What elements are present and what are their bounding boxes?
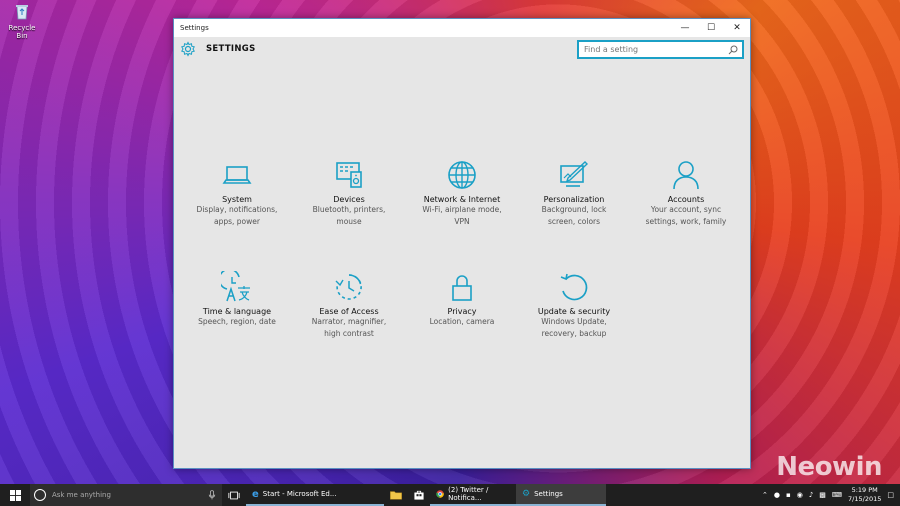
tile-desc: Display, notifications, — [196, 205, 278, 214]
notification-icon[interactable]: □ — [887, 491, 894, 499]
gear-icon: ⚙ — [522, 489, 531, 499]
store-icon — [414, 490, 424, 500]
taskbar-app-label: Start - Microsoft Ed... — [262, 490, 337, 498]
search-box[interactable] — [577, 40, 744, 59]
tile-desc: Narrator, magnifier, — [311, 317, 387, 326]
taskbar: Ask me anything e Start - Microsoft Ed..… — [0, 484, 900, 506]
cortana-search[interactable]: Ask me anything — [30, 484, 222, 506]
taskbar-app-label: (2) Twitter / Notifica... — [448, 486, 489, 502]
cortana-search-text: Ask me anything — [52, 491, 111, 499]
task-view-icon — [228, 491, 240, 499]
tile-label: Devices — [333, 195, 365, 204]
tile-desc: mouse — [336, 216, 362, 226]
tile-label: Update & security — [537, 307, 611, 316]
tile-desc: Your account, sync — [650, 205, 722, 214]
search-input[interactable] — [579, 45, 727, 54]
tile-desc: VPN — [454, 216, 470, 226]
tile-desc: recovery, backup — [541, 328, 607, 338]
people-icon[interactable]: ● — [774, 491, 780, 499]
page-title: SETTINGS — [206, 44, 256, 54]
tile-label: Personalization — [543, 195, 605, 204]
tile-label: Network & Internet — [423, 195, 501, 204]
tile-ease-access[interactable]: Ease of Access Narrator, magnifier, high… — [293, 271, 405, 339]
wifi-icon[interactable]: ◉ — [797, 491, 803, 499]
tile-system[interactable]: System Display, notifications, apps, pow… — [181, 159, 293, 227]
clock[interactable]: 5:19 PM 7/15/2015 — [848, 486, 881, 504]
taskbar-app-label: Settings — [534, 490, 563, 498]
windows-logo-icon — [9, 489, 21, 501]
close-button[interactable]: ✕ — [724, 19, 750, 37]
settings-window: Settings — ☐ ✕ SETTINGS System — [173, 18, 751, 469]
taskbar-app-settings[interactable]: ⚙ Settings — [516, 484, 606, 506]
clock-time: 5:19 PM — [851, 486, 878, 494]
time-language-icon — [221, 271, 250, 302]
settings-header: SETTINGS — [174, 37, 750, 65]
keyboard-icon[interactable]: ⌨ — [832, 491, 842, 499]
message-icon[interactable]: ▩ — [819, 491, 826, 499]
maximize-button[interactable]: ☐ — [698, 19, 724, 37]
ease-access-icon — [335, 274, 362, 300]
microphone-icon[interactable] — [208, 490, 216, 500]
volume-icon[interactable]: ♪ — [809, 491, 813, 499]
edge-icon: e — [252, 488, 259, 500]
tile-label: System — [222, 195, 252, 204]
gear-icon — [181, 41, 195, 57]
lock-icon — [452, 275, 472, 301]
tile-desc: Location, camera — [429, 317, 495, 326]
tile-desc: high contrast — [324, 328, 374, 338]
tile-network[interactable]: Network & Internet Wi-Fi, airplane mode,… — [406, 159, 518, 227]
taskbar-store[interactable] — [408, 484, 430, 506]
refresh-icon — [560, 273, 588, 301]
tile-personalization[interactable]: Personalization Background, lock screen,… — [518, 159, 630, 227]
paint-icon — [560, 161, 589, 187]
tile-desc: Wi-Fi, airplane mode, — [422, 205, 502, 214]
taskbar-app-chrome[interactable]: (2) Twitter / Notifica... — [430, 484, 516, 506]
tile-label: Accounts — [667, 195, 705, 204]
person-icon — [673, 161, 699, 190]
globe-icon — [448, 161, 476, 189]
tile-time-language[interactable]: Time & language Speech, region, date — [181, 271, 293, 329]
tile-desc: Background, lock — [541, 205, 607, 214]
window-title: Settings — [180, 24, 209, 32]
recycle-bin-label: Recycle Bin — [8, 24, 36, 40]
search-icon[interactable] — [727, 44, 739, 56]
recycle-bin[interactable]: Recycle Bin — [2, 3, 42, 40]
tile-accounts[interactable]: Accounts Your account, sync settings, wo… — [630, 159, 742, 227]
devices-icon — [336, 162, 362, 188]
start-button[interactable] — [0, 484, 30, 506]
tile-devices[interactable]: Devices Bluetooth, printers, mouse — [293, 159, 405, 227]
chevron-up-icon[interactable]: ⌃ — [762, 491, 768, 499]
recycle-bin-icon — [16, 5, 28, 20]
neowin-watermark: Neowin — [776, 452, 882, 482]
tile-desc: Windows Update, — [541, 317, 607, 326]
tile-update-security[interactable]: Update & security Windows Update, recove… — [518, 271, 630, 339]
tile-label: Privacy — [447, 307, 477, 316]
tile-privacy[interactable]: Privacy Location, camera — [406, 271, 518, 329]
chrome-icon — [436, 490, 444, 498]
window-titlebar[interactable]: Settings — ☐ ✕ — [174, 19, 750, 37]
tile-desc: settings, work, family — [645, 216, 727, 226]
minimize-button[interactable]: — — [672, 19, 698, 37]
laptop-icon — [222, 166, 252, 184]
folder-icon — [390, 491, 402, 500]
tile-desc: Speech, region, date — [198, 317, 276, 326]
tile-desc: Bluetooth, printers, — [312, 205, 386, 214]
taskbar-file-explorer[interactable] — [384, 484, 408, 506]
task-view-button[interactable] — [222, 484, 246, 506]
taskbar-app-edge[interactable]: e Start - Microsoft Ed... — [246, 484, 384, 506]
tile-label: Ease of Access — [319, 307, 379, 316]
usb-icon[interactable]: ▪ — [786, 491, 791, 499]
system-tray: ⌃ ● ▪ ◉ ♪ ▩ ⌨ 5:19 PM 7/15/2015 □ — [762, 486, 900, 504]
clock-date: 7/15/2015 — [848, 495, 882, 503]
tile-desc: apps, power — [214, 216, 260, 226]
cortana-icon — [34, 489, 46, 501]
tile-label: Time & language — [202, 307, 272, 316]
tile-desc: screen, colors — [547, 216, 601, 226]
